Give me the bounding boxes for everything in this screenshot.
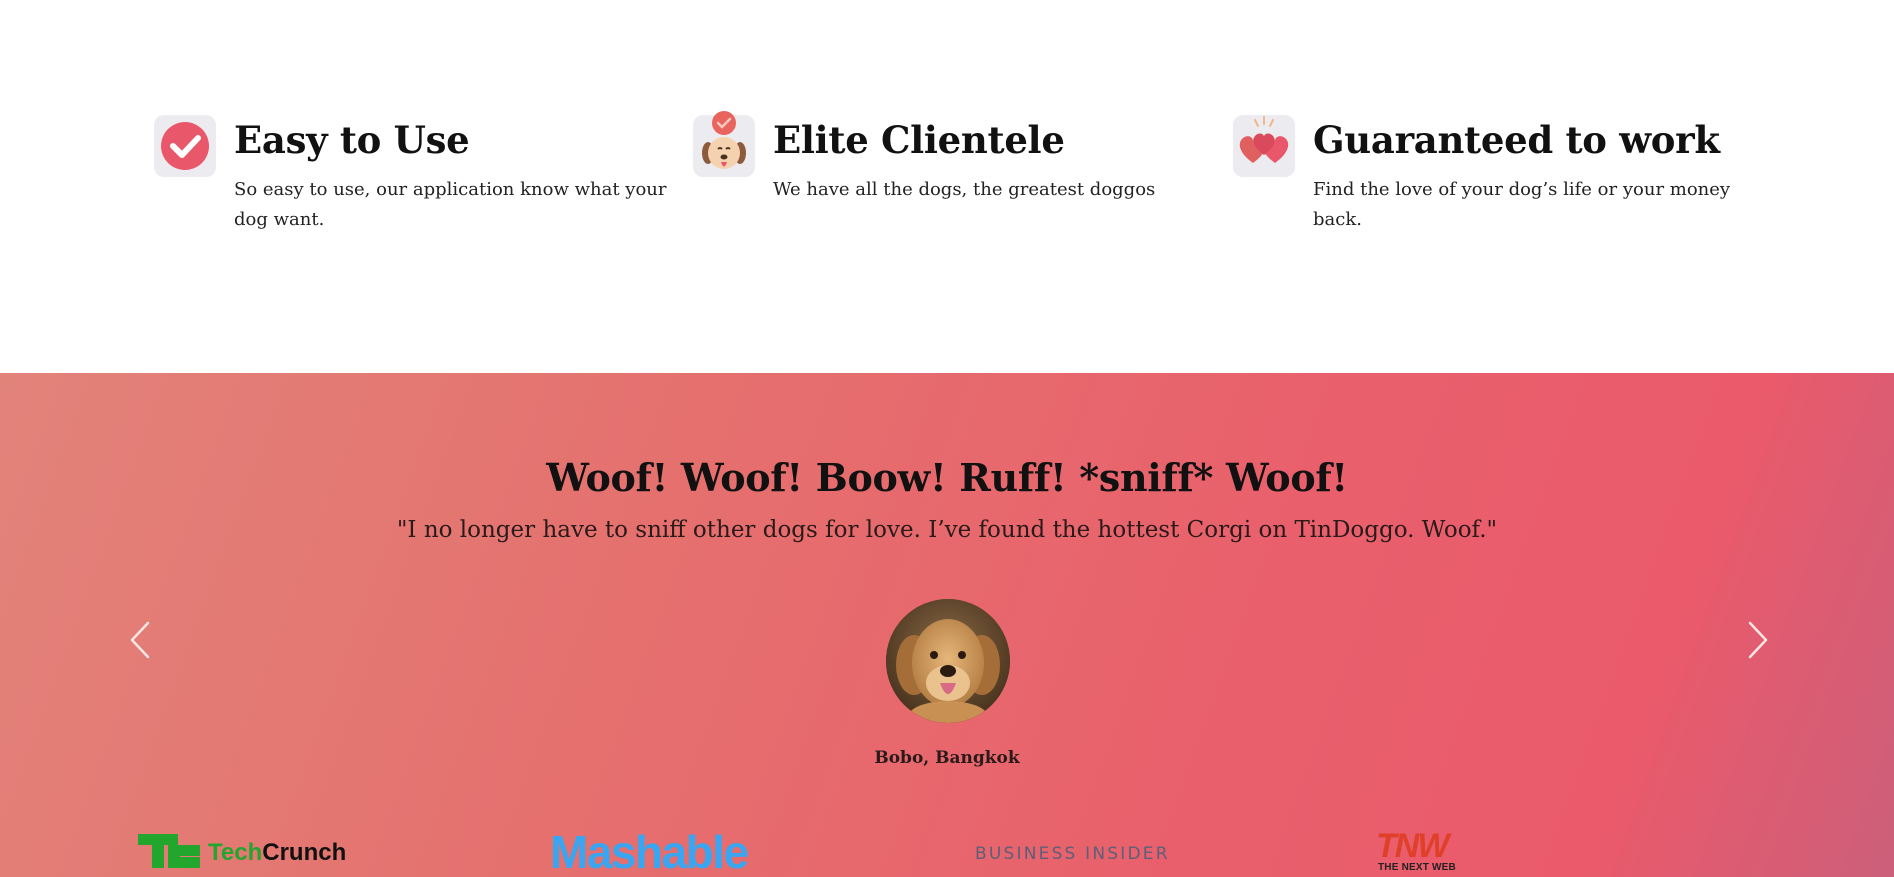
check-circle-icon: [154, 115, 216, 177]
testimonial-heading: Woof! Woof! Boow! Ruff! *sniff* Woof!: [546, 455, 1348, 500]
mashable-logo: Mashable: [550, 826, 749, 877]
techcrunch-mark-icon: [138, 834, 200, 868]
feature-title: Easy to Use: [234, 118, 470, 162]
chevron-left-icon: [130, 621, 150, 659]
testimonial-section: Woof! Woof! Boow! Ruff! *sniff* Woof! "I…: [0, 373, 1894, 877]
business-insider-logo: BUSINESS INSIDER: [975, 844, 1170, 864]
feature-description: So easy to use, our application know wha…: [234, 179, 667, 230]
testimonial-author: Bobo, Bangkok: [874, 748, 1020, 768]
feature-title: Elite Clientele: [773, 118, 1065, 162]
tnw-mark: TNW: [1376, 827, 1449, 865]
carousel-prev-button[interactable]: [122, 617, 162, 663]
dog-badge-icon: [693, 111, 755, 177]
feature-title: Guaranteed to work: [1313, 118, 1720, 162]
features-section: Easy to Use So easy to use, our applicat…: [0, 0, 1894, 373]
techcrunch-wordmark: TechCrunch: [208, 839, 347, 866]
feature-description: Find the love of your dog’s life or your…: [1313, 179, 1731, 230]
testimonial-quote: "I no longer have to sniff other dogs fo…: [396, 517, 1498, 543]
feature-description: We have all the dogs, the greatest doggo…: [773, 179, 1156, 200]
chevron-right-icon: [1748, 621, 1768, 659]
tnw-tagline: THE NEXT WEB: [1378, 862, 1456, 873]
hearts-icon: [1233, 115, 1295, 177]
avatar: [886, 599, 1010, 723]
tnw-logo: TNW THE NEXT WEB: [1376, 827, 1466, 874]
carousel-next-button[interactable]: [1736, 617, 1776, 663]
